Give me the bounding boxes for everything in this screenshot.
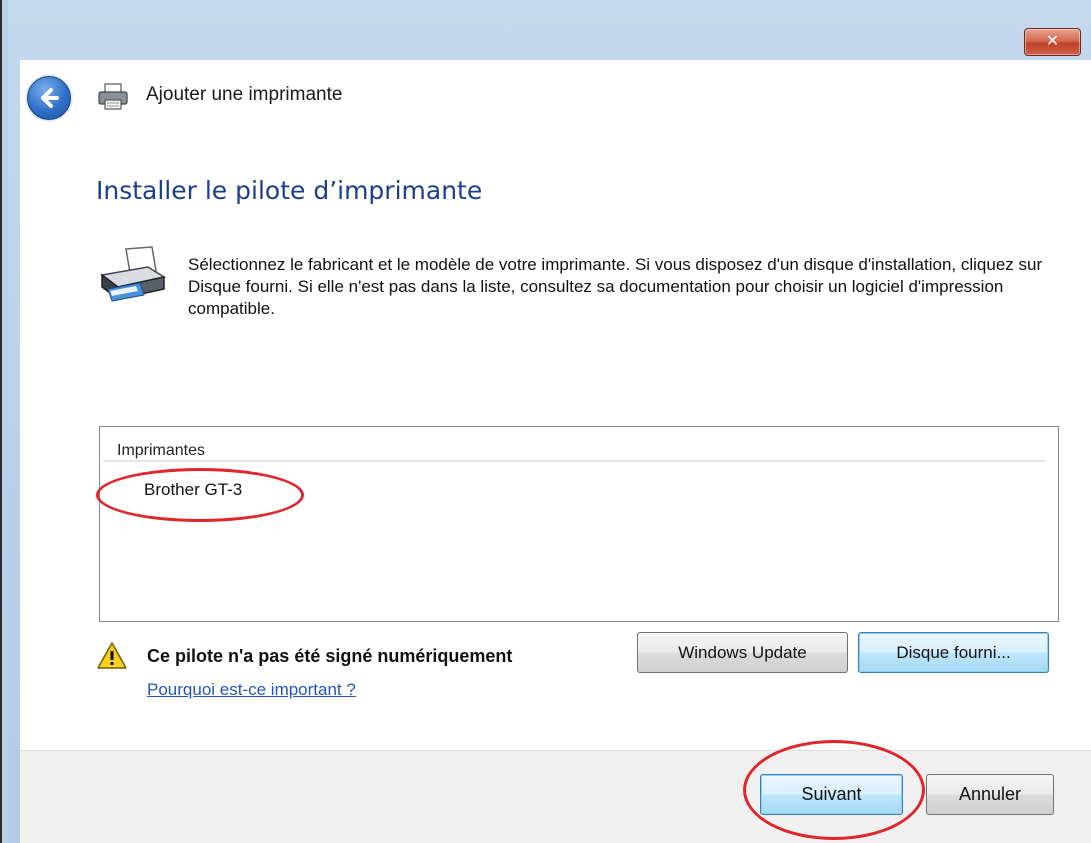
back-arrow-icon bbox=[41, 88, 59, 108]
highlight-circle-next bbox=[743, 740, 925, 840]
have-disk-button[interactable]: Disque fourni... bbox=[858, 632, 1049, 673]
unsigned-driver-warning: Ce pilote n'a pas été signé numériquemen… bbox=[147, 646, 513, 666]
printer-large-icon bbox=[100, 246, 166, 302]
printer-icon bbox=[98, 83, 128, 110]
list-column-header[interactable]: Imprimantes bbox=[103, 440, 1045, 462]
wizard-title: Ajouter une imprimante bbox=[146, 84, 343, 105]
windows-update-button[interactable]: Windows Update bbox=[637, 632, 848, 673]
highlight-circle-printer bbox=[96, 468, 304, 522]
printer-listbox[interactable]: Imprimantes Brother GT-3 bbox=[99, 426, 1059, 622]
instructions-text: Sélectionnez le fabricant et le modèle d… bbox=[188, 255, 1043, 318]
warning-icon bbox=[97, 642, 127, 669]
cancel-button[interactable]: Annuler bbox=[926, 774, 1054, 815]
window-left-border bbox=[0, 0, 8, 843]
close-icon: ✕ bbox=[1045, 31, 1060, 50]
why-important-link[interactable]: Pourquoi est-ce important ? bbox=[147, 680, 356, 700]
page-heading: Installer le pilote d’imprimante bbox=[96, 176, 483, 205]
close-button[interactable]: ✕ bbox=[1024, 28, 1081, 56]
back-button[interactable] bbox=[27, 76, 71, 120]
